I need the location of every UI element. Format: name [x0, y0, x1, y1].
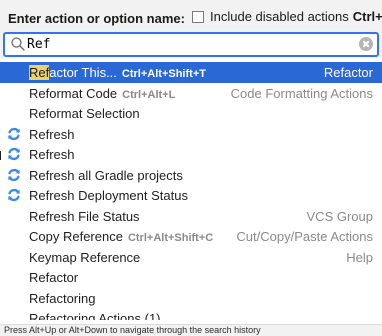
search-icon [11, 37, 25, 51]
action-text: Refresh [29, 127, 75, 142]
action-text: Refactor [29, 270, 78, 285]
action-text: Keymap Reference [29, 250, 140, 265]
search-field[interactable] [3, 32, 379, 57]
action-label: Refactoring [29, 290, 96, 306]
action-row[interactable]: Copy Reference Ctrl+Alt+Shift+C Cut/Copy/P… [0, 226, 382, 247]
action-shortcut: Ctrl+Alt+Shift+T [121, 68, 206, 80]
search-input[interactable] [27, 36, 347, 53]
action-label: Refactoring Actions (1) [29, 311, 161, 320]
action-row[interactable]: Refactoring [0, 288, 382, 309]
action-text: Copy Reference Ctrl+Alt+Shift+C [29, 229, 213, 244]
action-group: Cut/Copy/Paste Actions [236, 229, 373, 244]
checkbox-shortcut: Ctrl+Shift+A [352, 9, 382, 24]
action-text: Refresh File Status [29, 209, 140, 224]
action-text: Reformat Selection [29, 106, 140, 121]
checkbox-box[interactable] [192, 10, 204, 23]
refresh-icon [7, 147, 21, 161]
action-row[interactable]: Refresh all Gradle projects [0, 165, 382, 186]
action-row[interactable]: Refresh [0, 144, 382, 165]
action-label: Reformat Code [29, 85, 118, 101]
action-row[interactable]: Refactor [0, 267, 382, 288]
action-group: Code Formatting Actions [230, 85, 373, 101]
find-action-popup: Enter action or option name: Include dis… [0, 0, 382, 336]
action-row[interactable]: Refactor This... Ctrl+Alt+Shift+T Refactor [0, 62, 382, 83]
refresh-icon [7, 188, 21, 202]
action-label: Refresh Deployment Status [29, 188, 188, 203]
action-row[interactable]: Keymap Reference Help [0, 247, 382, 268]
action-text: Refactor This... Ctrl+Alt+Shift+T [29, 65, 206, 80]
action-label: Refresh File Status [29, 208, 140, 224]
match-highlight: Ref [29, 65, 50, 80]
action-text: Refactoring [29, 291, 95, 306]
action-row[interactable]: Refresh [0, 124, 382, 145]
action-label: Reformat Selection [29, 106, 140, 121]
popup-title: Enter action or option name: [8, 11, 185, 26]
action-group: VCS Group [306, 208, 373, 224]
action-text: Refresh [29, 147, 75, 162]
action-text: Refactoring Actions (1) [29, 311, 161, 320]
action-label-rest: actor This... [49, 65, 117, 80]
checkbox-label: Include disabled actions [210, 9, 349, 24]
include-disabled-checkbox[interactable]: Include disabled actions Ctrl+Shift+A [192, 9, 382, 24]
status-footer: Press Alt+Up or Alt+Down to navigate thr… [0, 324, 382, 336]
action-row[interactable]: Reformat Selection [0, 103, 382, 124]
clear-search-icon[interactable] [359, 37, 373, 51]
action-row[interactable]: Refresh Deployment Status [0, 185, 382, 206]
action-label: Copy Reference [29, 229, 123, 244]
action-row[interactable]: Refactoring Actions (1) [0, 308, 382, 320]
action-text: Refresh Deployment Status [29, 188, 188, 203]
action-group: Refactor [323, 65, 373, 80]
action-row[interactable]: Reformat Code Ctrl+Alt+L Code Formatting A… [0, 83, 382, 104]
action-label: Refresh [29, 147, 75, 162]
action-shortcut: Ctrl+Alt+L [122, 88, 176, 101]
action-label: Keymap Reference [29, 249, 141, 265]
action-label: Refresh [29, 126, 75, 142]
action-row[interactable]: Refresh File Status VCS Group [0, 206, 382, 227]
action-label: Refactor [29, 270, 79, 285]
action-group: Help [346, 249, 373, 265]
action-text: Reformat Code Ctrl+Alt+L [29, 86, 175, 101]
popup-header: Enter action or option name: Include dis… [0, 0, 382, 58]
action-text: Refresh all Gradle projects [29, 168, 183, 183]
refresh-icon [7, 168, 21, 182]
results-list[interactable]: Refactor This... Ctrl+Alt+Shift+T Refactor… [0, 62, 382, 324]
action-label: Refresh all Gradle projects [29, 167, 183, 183]
action-label: Refactor This... [29, 65, 117, 80]
refresh-icon [7, 127, 21, 141]
action-shortcut: Ctrl+Alt+Shift+C [127, 232, 214, 244]
footer-hint: Press Alt+Up or Alt+Down to navigate thr… [4, 325, 261, 335]
